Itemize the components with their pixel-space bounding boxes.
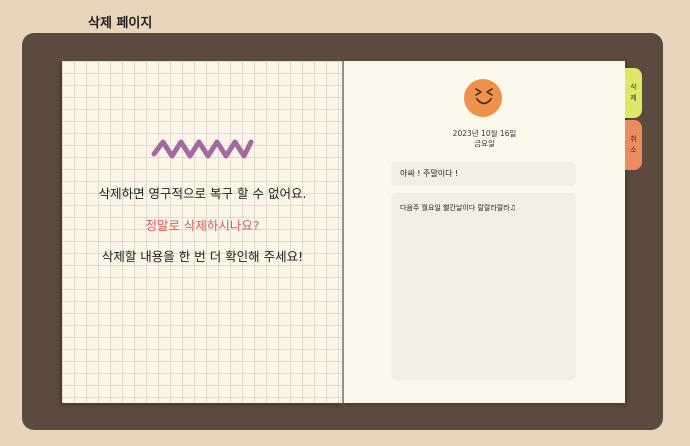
warning-message: 삭제하면 영구적으로 복구 할 수 없어요. bbox=[98, 186, 307, 201]
cancel-tab-label-1: 취 bbox=[630, 135, 637, 143]
check-reminder: 삭제할 내용을 한 번 더 확인해 주세요! bbox=[101, 249, 304, 264]
entry-title: 아싸 ! 주말이다 ! bbox=[391, 162, 576, 186]
cancel-tab-label-2: 소 bbox=[630, 146, 637, 154]
delete-tab[interactable]: 삭 제 bbox=[625, 68, 642, 118]
zigzag-icon bbox=[151, 139, 254, 159]
cancel-tab[interactable]: 취 소 bbox=[625, 120, 642, 170]
page-title: 삭제 페이지 bbox=[88, 16, 153, 31]
laughing-face-icon bbox=[464, 79, 502, 117]
entry-date: 2023년 10월 16일 bbox=[452, 129, 517, 138]
entry-weekday: 금요일 bbox=[474, 139, 495, 148]
delete-tab-label-2: 제 bbox=[630, 94, 637, 102]
delete-tab-label-1: 삭 bbox=[630, 83, 637, 91]
confirm-question: 정말로 삭제하시나요? bbox=[145, 218, 260, 233]
entry-content: 다음주 월요일 빨간날이다 랄랄라랄라♫ bbox=[391, 193, 576, 380]
